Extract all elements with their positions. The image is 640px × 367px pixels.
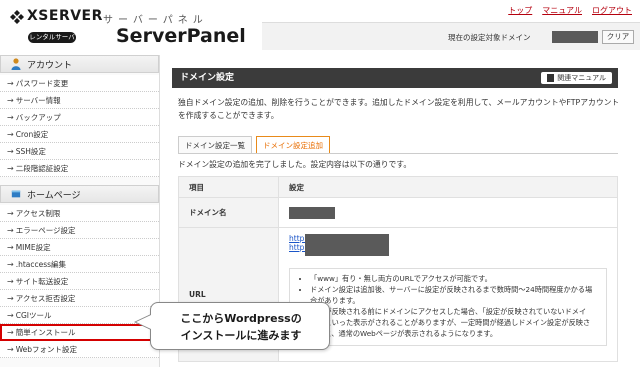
book-icon (547, 74, 555, 82)
arrow-icon: → (7, 78, 14, 88)
current-domain-redacted (552, 31, 598, 43)
arrow-icon: → (7, 225, 14, 235)
tab-bar: ドメイン設定一覧 ドメイン設定追加 (178, 136, 330, 154)
note-item: 「www」有り・無し両方のURLでアクセスが可能です。 (310, 273, 596, 284)
domain-bar: 現在の設定対象ドメイン クリア (262, 22, 640, 50)
user-icon (11, 58, 21, 70)
top-link-logout[interactable]: ログアウト (592, 5, 632, 16)
arrow-icon: → (7, 146, 14, 156)
tab-domain-list[interactable]: ドメイン設定一覧 (178, 136, 252, 154)
page-title-bar: ドメイン設定 関連マニュアル (172, 68, 618, 88)
sidebar-item-label: バックアップ (15, 112, 61, 122)
sidebar-item-label: .htaccess編集 (15, 259, 67, 269)
arrow-icon: → (7, 242, 14, 252)
arrow-icon: → (7, 310, 14, 320)
tab-divider (178, 153, 618, 154)
callout-text: ここからWordpressの インストールに進みます (151, 310, 331, 344)
related-manual-button[interactable]: 関連マニュアル (541, 72, 612, 84)
sidebar-section-label: アカウント (27, 60, 73, 71)
page-description: 独自ドメイン設定の追加、削除を行うことができます。追加したドメイン設定を利用して… (178, 98, 620, 120)
product-name: ServerPanel (116, 25, 246, 47)
table-header-row: 項目 設定 (178, 176, 618, 198)
url-links: http:// http:// (289, 234, 607, 260)
note-item: ドメイン設定は追加後、サーバーに設定が反映されるまで数時間～24時間程度かかる場… (310, 284, 596, 306)
arrow-icon: → (7, 276, 14, 286)
xserver-logo[interactable]: XSERVER サーバーパネル レンタルサーバー ServerPanel (8, 7, 258, 52)
sidebar-item-label: アクセス制限 (15, 208, 61, 218)
row-value-domain (278, 197, 618, 228)
sidebar-item-label: 簡単インストール (15, 327, 76, 337)
top-link-top[interactable]: トップ (508, 5, 532, 16)
clear-button[interactable]: クリア (602, 30, 634, 44)
sidebar-item-label: MIME設定 (15, 242, 51, 252)
page-title: ドメイン設定 (180, 73, 235, 83)
sidebar-item-2fa[interactable]: → 二段階認証設定 (0, 160, 159, 177)
sidebar-item-htaccess[interactable]: → .htaccess編集 (0, 256, 159, 273)
sidebar-item-access-deny[interactable]: → アクセス拒否設定 (0, 290, 159, 307)
arrow-icon: → (7, 293, 14, 303)
arrow-icon: → (7, 163, 14, 173)
logo-text: XSERVER (27, 8, 103, 24)
sidebar-item-password[interactable]: → パスワード変更 (0, 75, 159, 92)
arrow-icon: → (7, 344, 14, 354)
xserver-diamond-icon (10, 10, 24, 24)
sidebar-item-label: SSH設定 (15, 146, 46, 156)
sidebar-item-label: Cron設定 (15, 129, 49, 139)
sidebar-section-account: アカウント (0, 55, 159, 73)
complete-message: ドメイン設定の追加を完了しました。設定内容は以下の通りです。 (178, 160, 412, 169)
logo-kana: サーバーパネル (103, 15, 208, 26)
callout-tail-inner (136, 315, 151, 329)
sidebar-item-site-redirect[interactable]: → サイト転送設定 (0, 273, 159, 290)
arrow-icon: → (7, 208, 14, 218)
sidebar-item-ssh[interactable]: → SSH設定 (0, 143, 159, 160)
top-link-manual[interactable]: マニュアル (542, 5, 582, 16)
annotation-callout: ここからWordpressの インストールに進みます (150, 302, 330, 350)
column-header-setting: 設定 (278, 176, 618, 198)
url-notes: 「www」有り・無し両方のURLでアクセスが可能です。 ドメイン設定は追加後、サ… (289, 268, 607, 346)
sidebar-item-web-font[interactable]: → Webフォント設定 (0, 341, 159, 358)
sidebar-item-label: Webフォント設定 (15, 344, 78, 354)
sidebar-item-label: CGIツール (15, 310, 52, 320)
sidebar-item-label: アクセス拒否設定 (15, 293, 76, 303)
sidebar-item-backup[interactable]: → バックアップ (0, 109, 159, 126)
arrow-icon: → (7, 259, 14, 269)
tab-domain-add[interactable]: ドメイン設定追加 (256, 136, 330, 154)
row-label-domain: ドメイン名 (178, 197, 279, 228)
column-header-item: 項目 (178, 176, 279, 198)
sidebar-item-label: サーバー情報 (15, 95, 61, 105)
sidebar-item-label: パスワード変更 (15, 78, 69, 88)
sidebar-section-label: ホームページ (27, 190, 81, 201)
sidebar-item-mime[interactable]: → MIME設定 (0, 239, 159, 256)
arrow-icon: → (7, 95, 14, 105)
domain-redacted (289, 206, 335, 219)
sidebar-item-label: 二段階認証設定 (15, 163, 69, 173)
header: XSERVER サーバーパネル レンタルサーバー ServerPanel トップ… (0, 0, 640, 52)
arrow-icon: → (7, 327, 14, 337)
header-right: トップ マニュアル ログアウト 現在の設定対象ドメイン クリア (262, 0, 640, 52)
arrow-icon: → (7, 129, 14, 139)
sidebar-item-error-page[interactable]: → エラーページ設定 (0, 222, 159, 239)
sidebar-item-server-info[interactable]: → サーバー情報 (0, 92, 159, 109)
callout-line-2: インストールに進みます (180, 329, 302, 342)
sidebar-section-homepage: ホームページ (0, 185, 159, 203)
top-links: トップ マニュアル ログアウト (508, 5, 632, 16)
logo-badge: レンタルサーバー (28, 32, 76, 52)
related-manual-label: 関連マニュアル (557, 74, 606, 82)
current-domain-label: 現在の設定対象ドメイン (448, 33, 531, 42)
sidebar-item-label: サイト転送設定 (15, 276, 69, 286)
table-row-domain: ドメイン名 (178, 197, 618, 228)
sidebar-item-cron[interactable]: → Cron設定 (0, 126, 159, 143)
note-item: 設定が反映される前にドメインにアクセスした場合、「設定が反映されていないドメイン… (310, 306, 596, 339)
callout-line-1: ここからWordpressの (180, 312, 302, 325)
sidebar-item-label: エラーページ設定 (15, 225, 76, 235)
url-redacted (305, 234, 389, 256)
sidebar-item-access-limit[interactable]: → アクセス制限 (0, 205, 159, 222)
homepage-icon (11, 190, 21, 198)
arrow-icon: → (7, 112, 14, 122)
